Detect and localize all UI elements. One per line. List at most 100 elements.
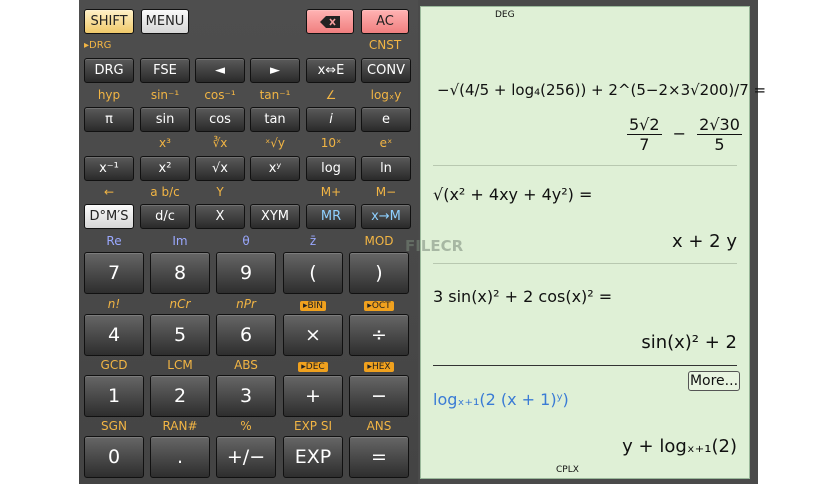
abs-label: ABS <box>234 358 258 372</box>
real-part-label: Re <box>106 234 122 248</box>
euler-e-button[interactable]: e <box>361 107 411 132</box>
lcm-label: LCM <box>167 358 193 372</box>
mod-label: MOD <box>364 234 394 248</box>
cube-label: x³ <box>159 136 171 150</box>
multiply-button[interactable]: × <box>283 314 343 356</box>
keypad: SHIFT MENU AC ▸DRG CNST DRG FSE ◄ ► x⇔E … <box>79 0 418 484</box>
shift-button[interactable]: SHIFT <box>84 9 134 34</box>
theta-label: θ <box>242 234 250 248</box>
pi-button[interactable]: π <box>84 107 134 132</box>
drg-button[interactable]: DRG <box>84 58 134 83</box>
drg-shift-label: ▸DRG <box>84 40 112 51</box>
digit-4-button[interactable]: 4 <box>84 314 144 356</box>
imaginary-i-button[interactable]: i <box>306 107 356 132</box>
atan-label: tan⁻¹ <box>259 88 291 102</box>
square-button[interactable]: x² <box>140 156 190 181</box>
decimal-point-button[interactable]: . <box>150 436 210 478</box>
sqrt-button[interactable]: √x <box>195 156 245 181</box>
dec-label: ▸DEC <box>283 358 343 372</box>
digit-3-button[interactable]: 3 <box>216 375 276 417</box>
expression-4: logₓ₊₁(2 (x + 1)ʸ) <box>433 390 569 409</box>
result-2: x + 2 y <box>671 231 737 252</box>
x-variable-button[interactable]: X <box>195 204 245 229</box>
result-separator-3 <box>433 365 737 366</box>
result-4: y + logₓ₊₁(2) <box>622 436 737 457</box>
conv-button[interactable]: CONV <box>361 58 411 83</box>
result-separator-1 <box>433 165 737 166</box>
mixed-fraction-label: a b/c <box>150 185 180 199</box>
sign-toggle-button[interactable]: +/− <box>216 436 276 478</box>
menu-button[interactable]: MENU <box>141 9 189 34</box>
result-1-a-numerator: 5√2 <box>627 115 662 135</box>
digit-0-button[interactable]: 0 <box>84 436 144 478</box>
hex-tag: ▸HEX <box>364 362 394 372</box>
angle-mode-indicator: DEG <box>495 10 515 20</box>
y-variable-label: Y <box>216 185 224 199</box>
npr-label: nPr <box>236 297 256 311</box>
xth-root-label: ˣ√y <box>264 136 286 150</box>
watermark: FILECR <box>405 237 464 255</box>
ans-label: ANS <box>366 419 392 433</box>
result-1-minus: − <box>672 124 687 143</box>
backspace-icon <box>320 15 340 28</box>
subtract-button[interactable]: − <box>349 375 409 417</box>
result-1-fraction-a: 5√2 7 <box>627 115 662 154</box>
digit-8-button[interactable]: 8 <box>150 252 210 294</box>
hex-label: ▸HEX <box>349 358 409 372</box>
dec-tag: ▸DEC <box>298 362 328 372</box>
conjugate-label: z̄ <box>309 234 317 248</box>
cursor-left-button[interactable]: ◄ <box>195 58 245 83</box>
factorial-label: n! <box>107 297 121 311</box>
fraction-button[interactable]: d/c <box>140 204 190 229</box>
more-button[interactable]: More... <box>688 371 740 391</box>
digit-5-button[interactable]: 5 <box>150 314 210 356</box>
ncr-label: nCr <box>169 297 191 311</box>
result-display[interactable]: DEG −√(4/5 + log₄(256)) + 2^(5−2×3√200)/… <box>420 6 766 479</box>
close-paren-button[interactable]: ) <box>349 252 409 294</box>
gcd-label: GCD <box>100 358 128 372</box>
x-e-swap-button[interactable]: x⇔E <box>306 58 356 83</box>
memory-recall-button[interactable]: MR <box>306 204 356 229</box>
random-label: RAN# <box>162 419 198 433</box>
divide-button[interactable]: ÷ <box>349 314 409 356</box>
xym-button[interactable]: XYM <box>250 204 300 229</box>
ac-button[interactable]: AC <box>361 9 409 34</box>
cursor-right-button[interactable]: ► <box>250 58 300 83</box>
digit-7-button[interactable]: 7 <box>84 252 144 294</box>
m-plus-label: M+ <box>320 185 342 199</box>
digit-9-button[interactable]: 9 <box>216 252 276 294</box>
tan-button[interactable]: tan <box>250 107 300 132</box>
log-button[interactable]: log <box>306 156 356 181</box>
ln-button[interactable]: ln <box>361 156 411 181</box>
digit-1-button[interactable]: 1 <box>84 375 144 417</box>
fse-button[interactable]: FSE <box>140 58 190 83</box>
logxy-label: logₓy <box>370 88 402 102</box>
add-button[interactable]: + <box>283 375 343 417</box>
back-arrow-label: ← <box>103 185 115 199</box>
digit-2-button[interactable]: 2 <box>150 375 210 417</box>
open-paren-button[interactable]: ( <box>283 252 343 294</box>
result-1: 5√2 7 − 2√30 5 <box>627 115 742 154</box>
equals-button[interactable]: = <box>349 436 409 478</box>
result-1-b-numerator: 2√30 <box>697 115 742 135</box>
expression-2: √(x² + 4xy + 4y²) = <box>433 185 593 204</box>
sgn-label: SGN <box>101 419 127 433</box>
m-minus-label: M− <box>375 185 397 199</box>
exp-si-label: EXP SI <box>293 419 332 433</box>
result-separator-2 <box>433 263 737 264</box>
result-1-fraction-b: 2√30 5 <box>697 115 742 154</box>
store-memory-button[interactable]: x→M <box>361 204 411 229</box>
backspace-button[interactable] <box>306 9 354 34</box>
bin-tag: ▸BIN <box>299 301 327 311</box>
result-1-a-denominator: 7 <box>639 135 650 154</box>
oct-label: ▸OCT <box>349 297 409 311</box>
exp-button[interactable]: EXP <box>283 436 343 478</box>
cos-button[interactable]: cos <box>195 107 245 132</box>
digit-6-button[interactable]: 6 <box>216 314 276 356</box>
reciprocal-button[interactable]: x⁻¹ <box>84 156 134 181</box>
dms-button[interactable]: D°M′S <box>84 204 134 229</box>
sin-button[interactable]: sin <box>140 107 190 132</box>
asin-label: sin⁻¹ <box>150 88 180 102</box>
percent-label: % <box>240 419 252 433</box>
power-button[interactable]: xʸ <box>250 156 300 181</box>
